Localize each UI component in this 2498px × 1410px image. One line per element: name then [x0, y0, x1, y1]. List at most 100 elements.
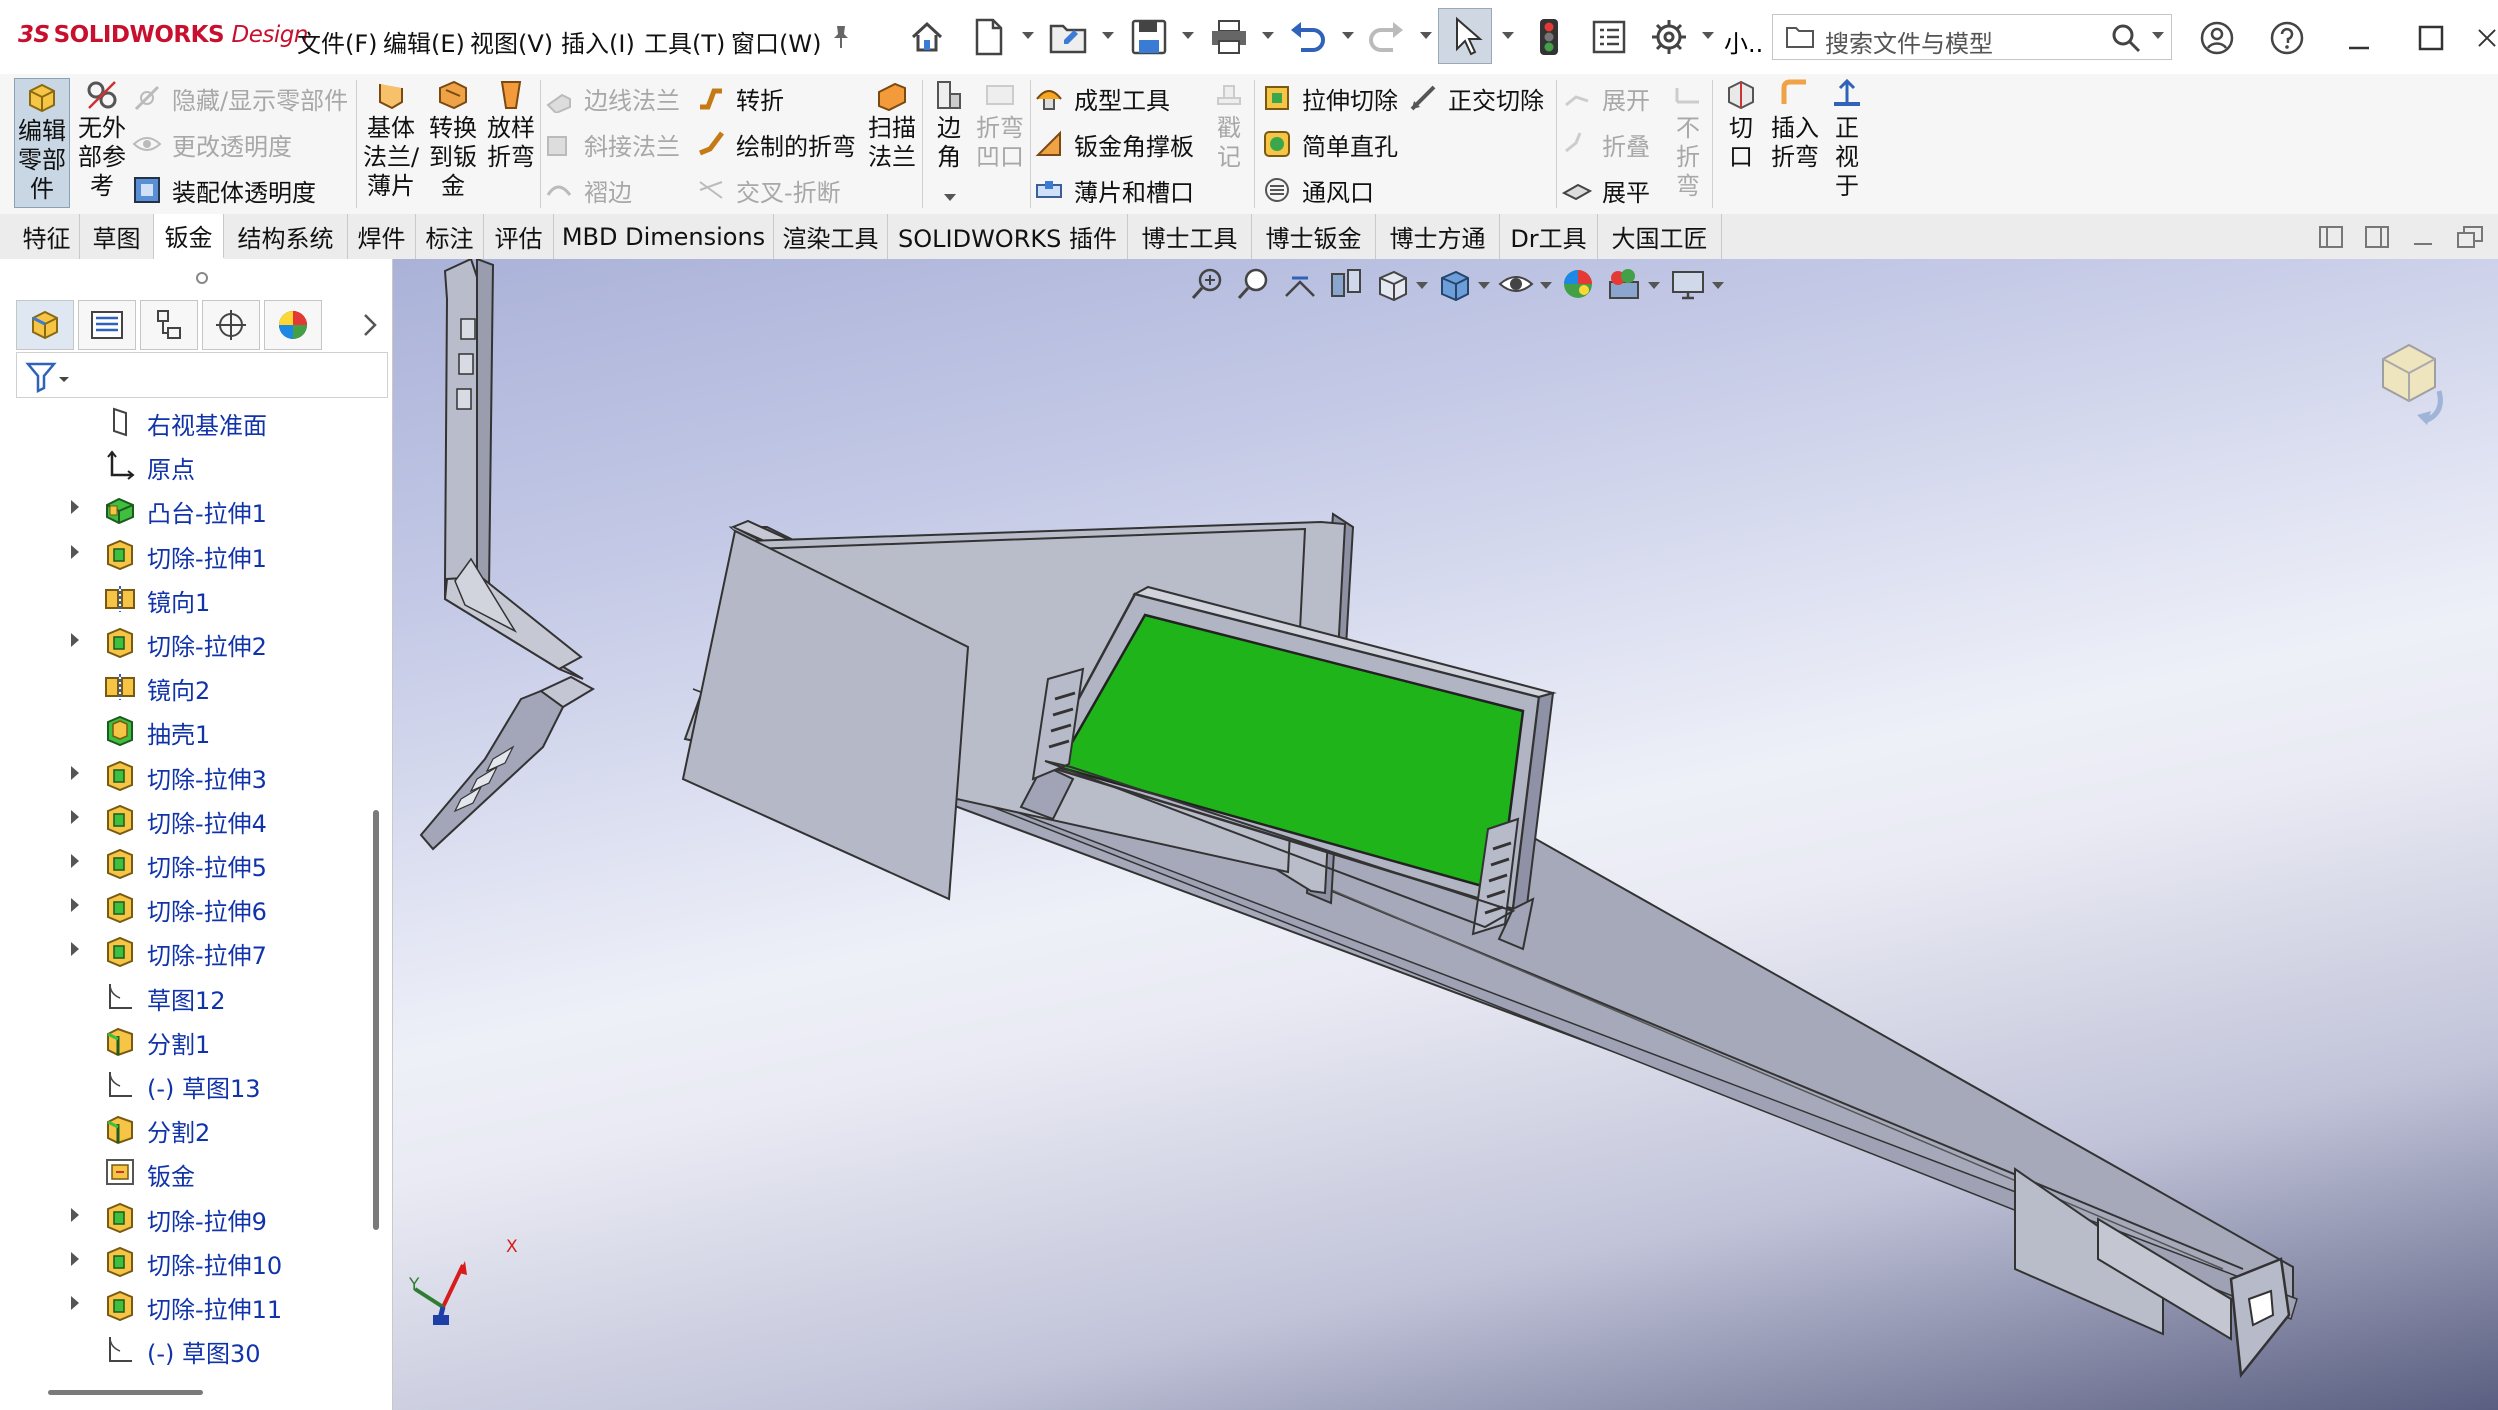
- doc-restore-icon[interactable]: [2456, 224, 2486, 254]
- menu-window[interactable]: 窗口(W): [731, 24, 821, 59]
- undo-icon[interactable]: [1282, 12, 1332, 62]
- feature-tree-item[interactable]: 分割2: [16, 1105, 376, 1149]
- end-plate[interactable]: [2229, 1257, 2291, 1379]
- normal-to-button[interactable]: 正 视 于: [1826, 78, 1868, 201]
- expand-arrow-icon[interactable]: [71, 1251, 79, 1266]
- insert-bends-button[interactable]: 插入 折弯: [1764, 78, 1826, 172]
- expand-arrow-icon[interactable]: [71, 633, 79, 647]
- expand-arrow-icon[interactable]: [71, 544, 79, 559]
- tab-sheet-metal[interactable]: 钣金: [154, 214, 224, 259]
- extruded-cut-button[interactable]: 拉伸切除: [1262, 78, 1398, 118]
- hem-button[interactable]: 褶边: [544, 170, 632, 210]
- feature-tree-item[interactable]: 分割1: [16, 1017, 376, 1061]
- tab-doctor-tools[interactable]: 博士工具: [1128, 214, 1252, 259]
- property-manager-tab-icon[interactable]: [78, 300, 136, 350]
- tab-doctor-sheet-metal[interactable]: 博士钣金: [1252, 214, 1376, 259]
- normal-cut-button[interactable]: 正交切除: [1408, 78, 1544, 118]
- close-window-icon[interactable]: [2476, 16, 2498, 60]
- save-icon[interactable]: [1124, 12, 1174, 62]
- previous-view-icon[interactable]: [1282, 266, 1318, 302]
- forming-tool-button[interactable]: 成型工具: [1034, 78, 1170, 118]
- tree-vertical-scrollbar[interactable]: [373, 810, 379, 1230]
- print-dropdown-icon[interactable]: [1260, 28, 1274, 42]
- edge-flange-button[interactable]: 边线法兰: [544, 78, 680, 118]
- pin-icon[interactable]: [830, 24, 852, 54]
- feature-tree-item[interactable]: 切除-拉伸1: [16, 531, 376, 575]
- feature-tree-item[interactable]: 抽壳1: [16, 707, 376, 751]
- flatten-button[interactable]: 展平: [1561, 170, 1650, 210]
- expand-arrow-icon[interactable]: [71, 1296, 79, 1310]
- feature-tree-item[interactable]: 切除-拉伸10: [16, 1238, 376, 1282]
- edit-part-button[interactable]: 编辑 零部 件: [14, 78, 70, 208]
- user-profile-icon[interactable]: [2194, 16, 2240, 60]
- feature-tree-item[interactable]: 切除-拉伸11: [16, 1282, 376, 1326]
- view-settings-monitor-icon[interactable]: [1670, 266, 1706, 302]
- graphics-viewport[interactable]: X Y: [393, 259, 2498, 1410]
- options-dropdown-icon[interactable]: [1700, 28, 1714, 42]
- help-icon[interactable]: [2264, 16, 2310, 60]
- sketched-bend-button[interactable]: 绘制的折弯: [696, 124, 856, 164]
- menu-file[interactable]: 文件(F): [297, 24, 378, 59]
- tab-evaluate[interactable]: 评估: [484, 214, 554, 259]
- feature-tree-item[interactable]: (-) 草图13: [16, 1061, 376, 1105]
- feature-tree-item[interactable]: 草图12: [16, 973, 376, 1017]
- vent-button[interactable]: 通风口: [1262, 170, 1374, 210]
- diagonal-leg[interactable]: [419, 675, 596, 851]
- sheet-metal-model[interactable]: [393, 259, 2498, 1410]
- tab-sketch[interactable]: 草图: [80, 214, 154, 259]
- feature-tree-item[interactable]: (-) 草图30: [16, 1326, 376, 1370]
- swept-flange-button[interactable]: 扫描 法兰: [862, 78, 922, 172]
- convert-to-sheet-metal-button[interactable]: 转换 到钣 金: [424, 78, 482, 201]
- feature-tree-item[interactable]: 切除-拉伸7: [16, 928, 376, 972]
- open-icon[interactable]: [1044, 12, 1094, 62]
- solidworks-logo[interactable]: 3S SOLIDWORKS Design: [18, 22, 308, 48]
- tab-slot-button[interactable]: 薄片和槽口: [1034, 170, 1194, 210]
- display-style-dropdown-icon[interactable]: [1476, 278, 1490, 292]
- tab-features[interactable]: 特征: [14, 214, 80, 259]
- dimxpert-tab-icon[interactable]: [202, 300, 260, 350]
- expand-arrow-icon[interactable]: [71, 765, 79, 780]
- unfold-button[interactable]: 展开: [1562, 78, 1650, 118]
- zoom-to-area-icon[interactable]: [1236, 266, 1272, 302]
- stamp-button[interactable]: 戳 记: [1206, 78, 1252, 172]
- tab-structure-system[interactable]: 结构系统: [224, 214, 348, 259]
- tab-annotation[interactable]: 标注: [416, 214, 484, 259]
- redo-dropdown-icon[interactable]: [1418, 28, 1432, 42]
- minimize-icon[interactable]: [2336, 16, 2382, 60]
- search-icon[interactable]: [2110, 22, 2142, 58]
- upright-arm[interactable]: [443, 259, 584, 680]
- save-dropdown-icon[interactable]: [1180, 28, 1194, 42]
- select-button[interactable]: [1438, 8, 1492, 64]
- select-dropdown-icon[interactable]: [1500, 28, 1514, 42]
- expand-arrow-icon[interactable]: [71, 1207, 79, 1222]
- fold-button[interactable]: 折叠: [1562, 124, 1650, 164]
- new-document-icon[interactable]: [964, 12, 1014, 62]
- hide-show-components-button[interactable]: 隐藏/显示零部件: [132, 78, 348, 118]
- tile-left-icon[interactable]: [2318, 224, 2344, 254]
- panel-grip-icon[interactable]: [196, 272, 208, 284]
- edit-appearance-icon[interactable]: [1560, 266, 1596, 302]
- tab-dr-tools[interactable]: Dr工具: [1500, 214, 1598, 259]
- feature-tree-item[interactable]: 切除-拉伸9: [16, 1194, 376, 1238]
- feature-tree-item[interactable]: 凸台-拉伸1: [16, 486, 376, 530]
- view-settings-dropdown-icon[interactable]: [1710, 278, 1724, 292]
- user-account-label[interactable]: 小..: [1724, 24, 1763, 59]
- corners-dropdown-icon[interactable]: [942, 190, 956, 204]
- open-dropdown-icon[interactable]: [1100, 28, 1114, 42]
- undo-dropdown-icon[interactable]: [1340, 28, 1354, 42]
- feature-tree-item[interactable]: 切除-拉伸5: [16, 840, 376, 884]
- feature-tree-item[interactable]: 切除-拉伸6: [16, 884, 376, 928]
- tab-great-craftsman[interactable]: 大国工匠: [1598, 214, 1722, 259]
- tab-weldments[interactable]: 焊件: [348, 214, 416, 259]
- feature-tree-item[interactable]: 钣金: [16, 1149, 376, 1193]
- hide-show-dropdown-icon[interactable]: [1538, 278, 1552, 292]
- view-orientation-icon[interactable]: [1374, 266, 1410, 302]
- tab-doctor-square-tube[interactable]: 博士方通: [1376, 214, 1500, 259]
- menu-edit[interactable]: 编辑(E): [383, 24, 465, 59]
- apply-scene-dropdown-icon[interactable]: [1646, 278, 1660, 292]
- redo-icon[interactable]: [1362, 12, 1412, 62]
- assembly-transparency-button[interactable]: 装配体透明度: [132, 170, 316, 210]
- expand-arrow-icon[interactable]: [71, 854, 79, 868]
- no-bends-button[interactable]: 不 折 弯: [1666, 78, 1710, 201]
- hide-show-items-icon[interactable]: [1498, 266, 1534, 302]
